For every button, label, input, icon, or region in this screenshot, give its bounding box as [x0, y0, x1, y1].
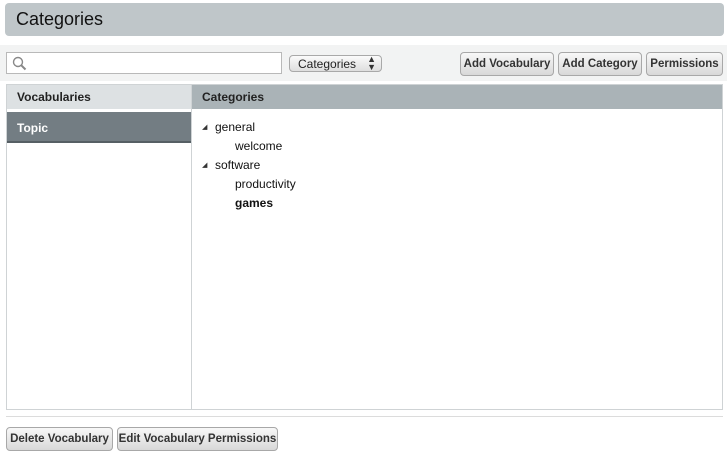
select-arrows-icon: ▲ ▼	[367, 54, 376, 72]
tree-node-label: productivity	[235, 177, 296, 191]
tree-node-games[interactable]: games	[235, 196, 273, 210]
vocabularies-header-label: Vocabularies	[17, 90, 91, 104]
filter-select[interactable]: Categories ▲ ▼	[289, 55, 382, 72]
tree-node-general[interactable]: ◢ general	[202, 120, 256, 134]
tree-node-label: games	[235, 196, 274, 210]
tree-node-label: general	[215, 120, 256, 134]
vocabularies-header: Vocabularies	[7, 85, 191, 109]
add-vocabulary-button[interactable]: Add Vocabulary	[460, 52, 554, 76]
title-bar: Categories	[5, 3, 724, 36]
footer-divider	[6, 416, 723, 417]
categories-header: Categories	[192, 85, 722, 109]
page-title: Categories	[16, 9, 104, 29]
tree-node-welcome[interactable]: welcome	[235, 139, 282, 153]
tree-node-productivity[interactable]: productivity	[235, 177, 296, 191]
search-input[interactable]	[31, 55, 277, 71]
vocabulary-item-label: Topic	[17, 121, 49, 135]
categories-header-label: Categories	[202, 90, 265, 104]
permissions-button[interactable]: Permissions	[646, 52, 723, 76]
search-icon	[12, 56, 27, 71]
edit-vocabulary-permissions-button[interactable]: Edit Vocabulary Permissions	[117, 427, 278, 451]
vocabularies-panel: Vocabularies Topic	[6, 84, 191, 410]
categories-panel: Categories ◢ general welcome ◢ software …	[191, 84, 723, 410]
delete-vocabulary-button[interactable]: Delete Vocabulary	[6, 427, 113, 451]
search-box[interactable]	[6, 52, 282, 74]
tree-node-software[interactable]: ◢ software	[202, 158, 261, 172]
expand-triangle-icon[interactable]: ◢	[202, 123, 207, 131]
add-category-button[interactable]: Add Category	[558, 52, 642, 76]
tree-node-label: welcome	[235, 139, 283, 153]
vocabulary-item-topic[interactable]: Topic	[7, 112, 191, 143]
tree-node-label: software	[215, 158, 261, 172]
expand-triangle-icon[interactable]: ◢	[202, 161, 207, 169]
filter-select-value: Categories	[298, 57, 357, 71]
